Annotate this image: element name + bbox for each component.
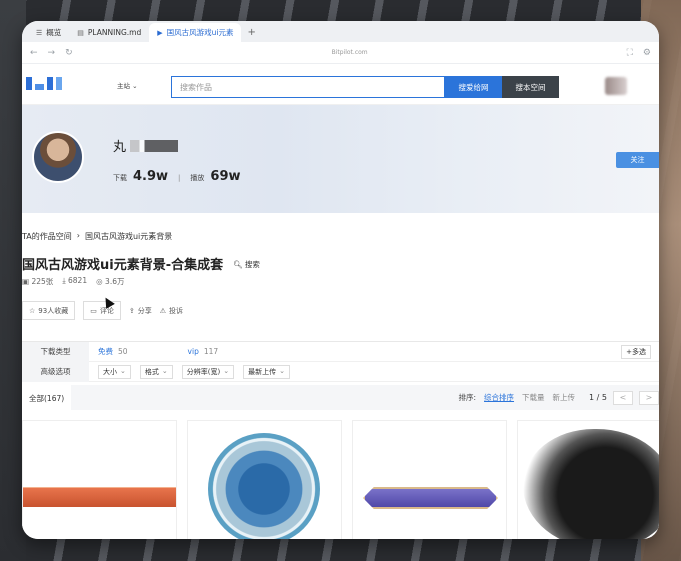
chevron-down-icon: ⌄ [120,366,126,375]
site-logo[interactable] [26,77,62,90]
comment-button[interactable]: ▭ 评论 [83,301,121,320]
play-icon: ▶ [157,28,163,37]
search-site-button[interactable]: 搜爱给网 [445,76,502,98]
profile-name: 丸 [113,136,179,155]
tab-all[interactable]: 全部(167) [22,385,72,410]
latest-dropdown[interactable]: 最新上传 ⌄ [243,364,290,379]
filter-vip[interactable]: vip [188,347,199,356]
filter-vip-count: 117 [203,347,219,356]
format-dropdown[interactable]: 格式 ⌄ [139,364,173,379]
filter-free-count: 50 [118,347,128,356]
stats-divider: | [178,174,181,182]
tab-strip: ☰ 概览 ▤ PLANNING.md ▶ 国风古风游戏ui元素 + [22,21,659,42]
breadcrumb-current[interactable]: 国风古风游戏ui元素背景 [85,231,172,242]
thumbnail-purple-plate [363,487,498,509]
chevron-down-icon: ⌄ [132,82,138,90]
sort-downloads[interactable]: 下载量 [522,392,545,403]
sort-bar: 全部(167) 排序: 综合排序 下载量 新上传 1 / 5 < > [22,385,659,410]
pager-text: 1 / 5 [589,393,607,402]
image-count: ▣ 225张 [22,277,54,286]
comment-icon: ▭ [90,306,97,315]
plays-label: 播放 [190,174,205,182]
search-input[interactable]: 搜索作品 [171,76,445,98]
share-button[interactable]: ⇪ 分享 [129,306,152,316]
home-nav-label: 主站 [117,82,130,90]
thumbnail-ink-splash [523,429,659,539]
profile-avatar[interactable] [32,131,84,183]
screenshot-icon[interactable]: ⛶ [627,48,633,58]
collection-meta: ▣ 225张 ⤓ 6821 ◎ 3.6万 [22,276,124,287]
tab-overview[interactable]: ☰ 概览 [28,23,69,42]
multi-select-button[interactable]: +多选 [621,344,651,359]
downloads-value: 4.9w [133,169,169,184]
warning-icon: ⚠ [159,306,166,315]
breadcrumb: TA的作品空间 › 国风古风游戏ui元素背景 [22,231,172,242]
new-tab-button[interactable]: + [241,23,261,42]
settings-icon[interactable]: ⚙ [643,48,651,58]
view-count: ◎ 3.6万 [96,277,125,286]
site-header: 主站 ⌄ 搜索作品 搜爱给网 搜本空间 [22,64,659,105]
thumbnail-orange-banner [23,487,176,507]
thumbnail-grid [22,420,659,539]
back-icon[interactable]: ← [30,48,38,58]
reload-icon[interactable]: ↻ [65,48,73,58]
follow-button[interactable]: 关注 [616,152,659,168]
report-button[interactable]: ⚠ 投诉 [160,306,183,316]
user-avatar[interactable] [605,77,627,95]
sort-comprehensive[interactable]: 综合排序 [484,392,514,403]
tab-label: PLANNING.md [87,28,142,37]
chevron-down-icon: ⌄ [223,366,230,375]
thumbnail-card[interactable] [517,420,659,539]
filter-free[interactable]: 免费 [98,346,113,357]
plays-value: 69w [210,169,241,184]
search-space-button[interactable]: 搜本空间 [502,76,559,98]
tab-label: 概览 [46,28,62,37]
tab-label: 国风古风游戏ui元素 [166,28,234,37]
size-dropdown[interactable]: 大小 ⌄ [98,364,131,379]
download-type-row: 下载类型 免费 50 vip 117 +多选 [22,341,659,362]
share-icon: ⇪ [128,306,135,315]
profile-stats: 下载 4.9w | 播放 69w [113,169,241,184]
title-search-label: 搜索 [244,260,260,269]
chevron-down-icon: ⌄ [161,366,168,375]
tab-collection[interactable]: ▶ 国风古风游戏ui元素 [149,23,242,42]
sort-newest[interactable]: 新上传 [553,392,576,403]
thumbnail-card[interactable] [22,420,177,539]
prev-page-button[interactable]: < [613,390,633,405]
title-search-link[interactable]: 🔍︎ 搜索 [233,259,260,270]
grid-icon: ☰ [36,28,43,37]
thumbnail-blue-ring [208,433,320,539]
download-type-label: 下载类型 [22,341,89,362]
chevron-down-icon: ⌄ [279,366,285,375]
advanced-options-row: 高级选项 大小 ⌄ 格式 ⌄ 分辨率(宽) ⌄ 最新上传 ⌄ [22,361,659,382]
name-redaction [130,139,179,152]
downloads-label: 下载 [113,174,127,182]
resolution-dropdown[interactable]: 分辨率(宽) ⌄ [181,364,235,379]
file-icon: ▤ [77,28,84,37]
profile-banner: 丸 下载 4.9w | 播放 69w 关注 [22,105,659,213]
download-count: ⤓ 6821 [62,276,88,285]
filter-panel: 下载类型 免费 50 vip 117 +多选 高级选项 大小 ⌄ 格式 ⌄ 分辨率(… [22,341,659,382]
tab-planning[interactable]: ▤ PLANNING.md [69,23,149,42]
url-field[interactable]: Bitpilot.com [83,49,617,56]
search-icon: 🔍︎ [233,260,243,269]
page-title: 国风古风游戏ui元素背景-合集成套 [22,258,224,273]
breadcrumb-root[interactable]: TA的作品空间 [22,231,72,242]
browser-window: ☰ 概览 ▤ PLANNING.md ▶ 国风古风游戏ui元素 + ← → ↻ … [22,21,659,539]
star-icon: ☆ [29,306,36,315]
forward-icon[interactable]: → [48,48,56,58]
eye-icon: ◎ [96,277,106,286]
advanced-options-label: 高级选项 [22,361,89,382]
chevron-right-icon: › [76,231,80,240]
address-bar-row: ← → ↻ Bitpilot.com ⛶ ⚙ [22,42,659,64]
thumbnail-card[interactable] [187,420,342,539]
next-page-button[interactable]: > [639,390,659,405]
favorite-button[interactable]: ☆ 93人收藏 [22,301,76,320]
sort-label: 排序: [458,393,477,402]
thumbnail-card[interactable] [352,420,507,539]
home-nav-dropdown[interactable]: 主站 ⌄ [117,80,138,90]
